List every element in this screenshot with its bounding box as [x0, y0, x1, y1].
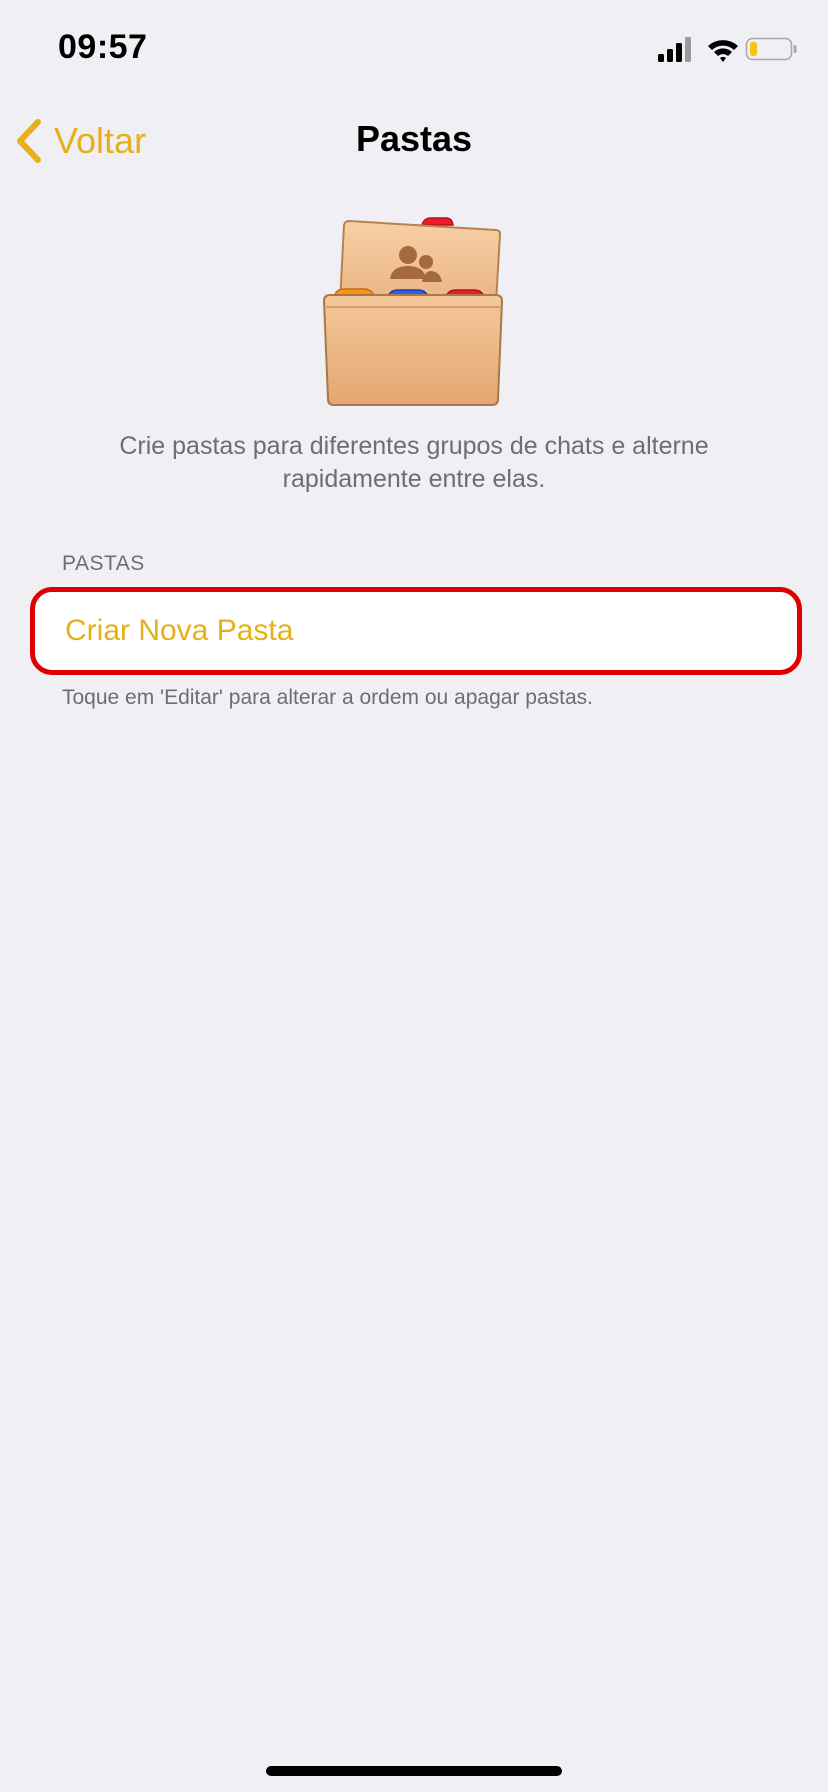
create-folder-button[interactable]: Criar Nova Pasta — [35, 592, 797, 670]
status-bar: 09:57 — [0, 0, 828, 100]
status-icons — [658, 37, 797, 62]
wifi-icon — [708, 40, 738, 62]
section-footer: Toque em 'Editar' para alterar a ordem o… — [62, 686, 593, 709]
status-time: 09:57 — [58, 28, 148, 66]
navigation-bar: Voltar Pastas — [0, 100, 828, 180]
folders-illustration-icon — [322, 217, 504, 406]
page-title: Pastas — [355, 118, 473, 159]
highlight-frame: Criar Nova Pasta — [30, 587, 802, 675]
home-indicator[interactable] — [266, 1766, 562, 1776]
cellular-signal-icon — [658, 37, 691, 62]
create-folder-label: Criar Nova Pasta — [65, 614, 294, 647]
battery-icon — [745, 37, 797, 61]
section-header: PASTAS — [62, 552, 145, 575]
intro-description: Crie pastas para diferentes grupos de ch… — [119, 432, 709, 493]
